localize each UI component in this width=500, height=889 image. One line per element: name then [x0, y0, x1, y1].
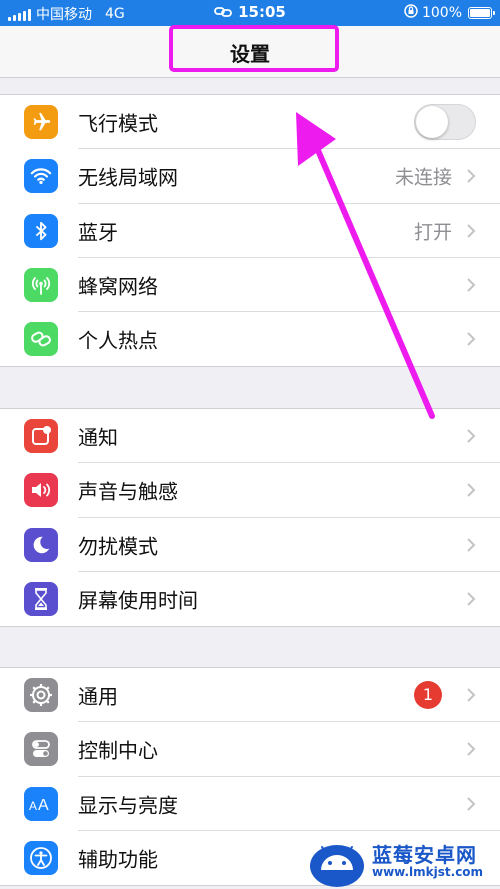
site-watermark: 蓝莓安卓网 www.lmkjst.com	[308, 835, 500, 889]
watermark-url: www.lmkjst.com	[372, 865, 484, 880]
watermark-text: 蓝莓安卓网 www.lmkjst.com	[372, 845, 483, 879]
annotation-arrow-icon	[296, 112, 435, 419]
watermark-title: 蓝莓安卓网	[372, 843, 477, 868]
android-robot-logo-icon	[310, 845, 364, 887]
